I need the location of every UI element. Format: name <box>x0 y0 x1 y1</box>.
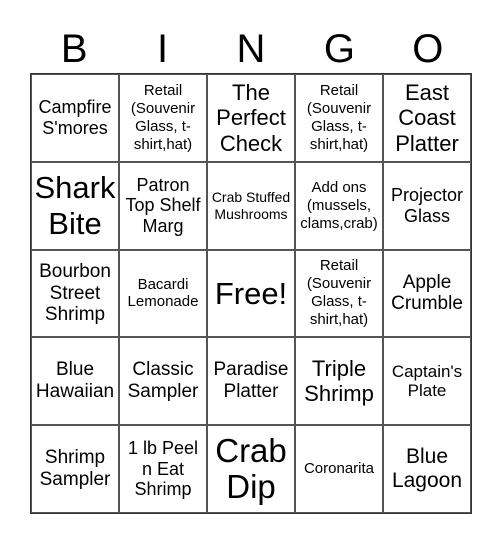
bingo-cell[interactable]: Coronarita <box>295 425 383 513</box>
bingo-cell[interactable]: Paradise Platter <box>207 337 295 426</box>
bingo-card-grid: Campfire S'mores Retail (Souvenir Glass,… <box>30 73 472 514</box>
header-letter-o: O <box>412 27 444 71</box>
bingo-cell[interactable]: Retail (Souvenir Glass, t-shirt,hat) <box>295 74 383 162</box>
bingo-cell[interactable]: Captain's Plate <box>383 337 471 426</box>
bingo-cell[interactable]: The Perfect Check <box>207 74 295 162</box>
bingo-cell[interactable]: Blue Hawaiian <box>31 337 119 426</box>
header-letter-n: N <box>236 27 266 71</box>
bingo-cell[interactable]: Projector Glass <box>383 161 471 250</box>
bingo-cell[interactable]: Patron Top Shelf Marg <box>119 161 207 250</box>
bingo-cell[interactable]: Shark Bite <box>31 161 119 250</box>
bingo-cell[interactable]: Apple Crumble <box>383 249 471 338</box>
bingo-cell[interactable]: Blue Lagoon <box>383 425 471 513</box>
free-space-cell[interactable]: Free! <box>207 249 295 338</box>
bingo-cell[interactable]: East Coast Platter <box>383 74 471 162</box>
bingo-cell[interactable]: Shrimp Sampler <box>31 425 119 513</box>
bingo-cell[interactable]: Retail (Souvenir Glass, t-shirt,hat) <box>119 74 207 162</box>
bingo-cell[interactable]: 1 lb Peel n Eat Shrimp <box>119 425 207 513</box>
bingo-cell[interactable]: Crab Stuffed Mushrooms <box>207 161 295 250</box>
bingo-cell[interactable]: Triple Shrimp <box>295 337 383 426</box>
bingo-cell[interactable]: Bacardi Lemonade <box>119 249 207 338</box>
bingo-cell[interactable]: Retail (Souvenir Glass, t-shirt,hat) <box>295 249 383 338</box>
bingo-header: B I N G O <box>30 26 472 72</box>
bingo-cell[interactable]: Bourbon Street Shrimp <box>31 249 119 338</box>
header-letter-b: B <box>60 27 88 71</box>
bingo-cell[interactable]: Campfire S'mores <box>31 74 119 162</box>
header-letter-g: G <box>323 27 355 71</box>
bingo-cell[interactable]: Classic Sampler <box>119 337 207 426</box>
header-letter-i: I <box>157 27 169 71</box>
bingo-cell[interactable]: Add ons (mussels, clams,crab) <box>295 161 383 250</box>
bingo-cell[interactable]: Crab Dip <box>207 425 295 513</box>
